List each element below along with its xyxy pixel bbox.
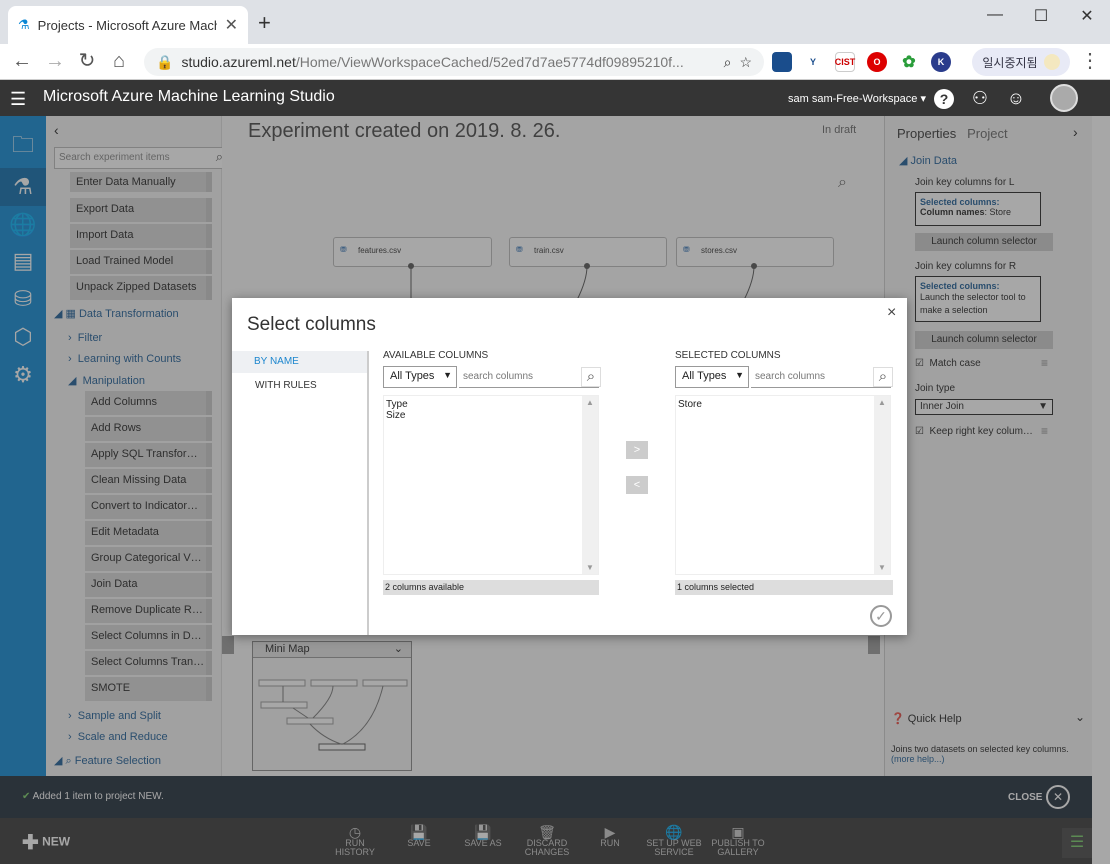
app-header: ☰ Microsoft Azure Machine Learning Studi… [0, 80, 1110, 116]
list-scrollbar[interactable]: ▲ ▼ [582, 396, 598, 574]
new-tab-button[interactable]: + [258, 10, 271, 36]
workspace-selector[interactable]: sam sam-Free-Workspace ▾ [788, 92, 926, 105]
available-columns-header: AVAILABLE COLUMNS [383, 350, 489, 361]
tab-by-name[interactable]: BY NAME [232, 351, 367, 373]
maximize-button[interactable]: ☐ [1026, 6, 1056, 26]
url-host: studio.azureml.net [181, 54, 296, 70]
available-search-input[interactable]: search columns [459, 366, 599, 388]
zoom-icon[interactable]: ⌕ [724, 54, 732, 71]
remove-column-button[interactable]: < [626, 476, 648, 494]
help-icon[interactable]: ? [932, 86, 956, 110]
type-filter-value: All Types [390, 370, 435, 382]
minimize-button[interactable]: — [980, 6, 1010, 24]
type-filter-value: All Types [682, 370, 727, 382]
extension-icon-1[interactable] [772, 52, 792, 72]
back-button[interactable]: ← [10, 50, 34, 72]
bookmark-star-icon[interactable]: ☆ [739, 54, 752, 71]
paused-label: 일시중지됨 [982, 55, 1038, 70]
profile-paused-button[interactable]: 일시중지됨 [972, 48, 1070, 76]
dropdown-arrow-icon: ▼ [735, 370, 744, 380]
available-footer: 2 columns available [383, 580, 599, 595]
extension-icon-k[interactable]: K [931, 52, 951, 72]
address-toolbar: ← → ↻ ⌂ 🔒 studio.azureml.net/Home/ViewWo… [0, 44, 1110, 80]
selected-search-input[interactable]: search columns [751, 366, 891, 388]
browser-tab[interactable]: ⚗ Projects - Microsoft Azure Mach ✕ [8, 6, 248, 44]
extension-icon-2[interactable]: Y [803, 52, 823, 72]
scroll-up-icon[interactable]: ▲ [582, 398, 598, 407]
selected-columns-list[interactable]: Store ▲ ▼ [675, 395, 891, 575]
community-icon[interactable]: ⚇ [968, 86, 992, 110]
add-column-button[interactable]: > [626, 441, 648, 459]
close-icon[interactable]: × [887, 304, 896, 322]
selected-footer: 1 columns selected [675, 580, 893, 595]
reload-button[interactable]: ↻ [75, 50, 99, 72]
list-item[interactable]: Store [676, 396, 890, 413]
browser-menu-icon[interactable]: ⋮ [1078, 50, 1102, 72]
url-path: /Home/ViewWorkspaceCached/52ed7d7ae5774d… [295, 54, 684, 70]
forward-button[interactable]: → [43, 50, 67, 72]
user-avatar[interactable] [1050, 84, 1078, 112]
browser-titlebar: ⚗ Projects - Microsoft Azure Mach ✕ + — … [0, 0, 1110, 44]
home-button[interactable]: ⌂ [107, 50, 131, 72]
tab-title: Projects - Microsoft Azure Mach [37, 17, 217, 33]
available-columns-list[interactable]: Type Size ▲ ▼ [383, 395, 599, 575]
evernote-icon[interactable]: ✿ [899, 52, 919, 72]
search-icon[interactable]: ⌕ [873, 367, 893, 387]
selected-columns-header: SELECTED COLUMNS [675, 350, 781, 361]
hamburger-menu-icon[interactable]: ☰ [10, 89, 26, 110]
list-item[interactable]: Size [384, 410, 598, 421]
scroll-down-icon[interactable]: ▼ [582, 563, 598, 572]
scroll-up-icon[interactable]: ▲ [874, 398, 890, 407]
selection-mode-list: BY NAME WITH RULES [232, 351, 369, 635]
app-title: Microsoft Azure Machine Learning Studio [43, 88, 335, 105]
confirm-check-icon[interactable]: ✓ [870, 605, 892, 627]
flask-tab-icon: ⚗ [18, 17, 30, 32]
extension-icon-4[interactable]: O [867, 52, 887, 72]
extension-icon-3[interactable]: CIST [835, 52, 855, 72]
scroll-down-icon[interactable]: ▼ [874, 563, 890, 572]
workspace-name: sam sam-Free-Workspace [788, 93, 918, 105]
select-columns-dialog: Select columns × BY NAME WITH RULES AVAI… [232, 298, 907, 635]
profile-avatar-icon [1043, 54, 1060, 70]
list-scrollbar[interactable]: ▲ ▼ [874, 396, 890, 574]
search-placeholder: search columns [755, 371, 826, 382]
url-bar[interactable]: 🔒 studio.azureml.net/Home/ViewWorkspaceC… [144, 48, 764, 76]
tab-close-icon[interactable]: ✕ [225, 15, 238, 35]
available-type-filter[interactable]: All Types ▼ [383, 366, 457, 388]
dropdown-arrow-icon: ▼ [443, 370, 452, 380]
selected-type-filter[interactable]: All Types ▼ [675, 366, 749, 388]
search-icon[interactable]: ⌕ [581, 367, 601, 387]
feedback-smiley-icon[interactable]: ☺ [1004, 86, 1028, 110]
tab-with-rules[interactable]: WITH RULES [255, 380, 317, 391]
dialog-title: Select columns [247, 314, 376, 335]
search-placeholder: search columns [463, 371, 534, 382]
window-close-button[interactable]: ✕ [1072, 6, 1102, 26]
lock-icon: 🔒 [156, 53, 174, 70]
